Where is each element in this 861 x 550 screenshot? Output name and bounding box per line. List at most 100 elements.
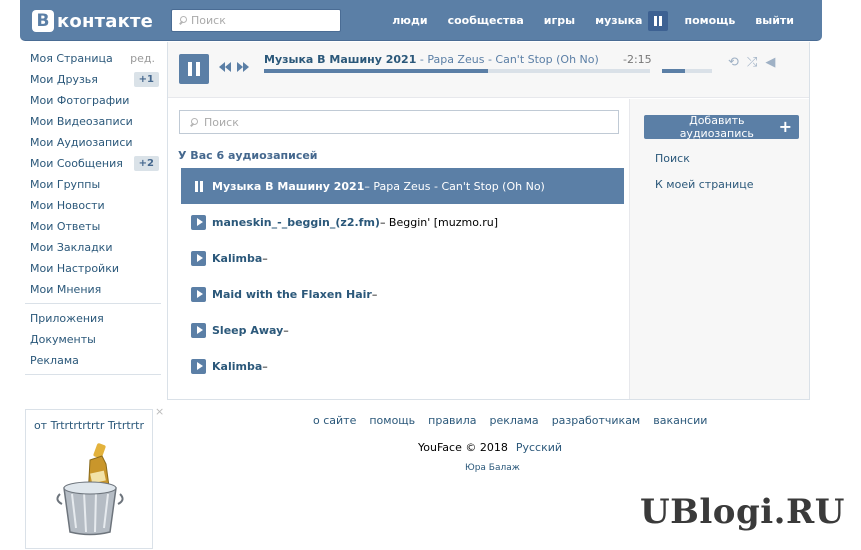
footer-link-about[interactable]: о сайте <box>313 414 356 427</box>
play-icon[interactable] <box>191 358 206 374</box>
top-header: В контакте люди сообщества игры музыка п… <box>20 0 822 41</box>
header-pause-button[interactable] <box>648 10 669 31</box>
now-playing-title[interactable]: Музыка В Машину 2021 <box>264 53 416 66</box>
edit-link[interactable]: ред. <box>130 52 161 65</box>
sidebar-item-groups[interactable]: Мои Группы <box>25 174 161 195</box>
sidebar-item-ads[interactable]: Реклама <box>25 350 161 371</box>
time-remaining[interactable]: -2:15 <box>623 53 652 66</box>
language-link[interactable]: Русский <box>516 441 562 454</box>
left-menu: Моя Страница ред. Мои Друзья +1 Мои Фотогр… <box>25 48 161 379</box>
track-title[interactable]: Maid with the Flaxen Hair <box>212 288 372 301</box>
track-artist: – <box>262 251 268 265</box>
track-row[interactable]: Kalimba – <box>181 348 624 384</box>
sidebar-item-settings[interactable]: Мои Настройки <box>25 258 161 279</box>
volume-fill <box>662 69 685 73</box>
ad-block[interactable]: от Trtrtrtrtrtr Trtrtrtr <box>25 409 153 549</box>
author-link[interactable]: Юра Балаж <box>465 463 520 473</box>
track-artist: – Beggin' [muzmo.ru] <box>379 215 499 229</box>
watermark: UBlogi.RU <box>640 492 845 532</box>
track-title[interactable]: Kalimba <box>212 360 262 373</box>
add-audio-label: Добавить аудиозапись <box>679 114 754 140</box>
friends-badge[interactable]: +1 <box>133 72 159 87</box>
sidebar-item-answers[interactable]: Мои Ответы <box>25 216 161 237</box>
add-audio-button[interactable]: Добавить аудиозапись + <box>644 114 799 140</box>
pause-icon[interactable] <box>191 179 206 194</box>
sidebar-item-opinions[interactable]: Мои Мнения <box>25 279 161 300</box>
player-extra-controls: ⟲ ⤮ ◀ <box>728 56 783 70</box>
track-artist: – <box>262 359 268 373</box>
play-icon[interactable] <box>191 286 206 302</box>
prev-button[interactable] <box>219 62 231 72</box>
nav-games[interactable]: игры <box>534 14 585 27</box>
prev-next-controls <box>219 62 249 72</box>
track-artist: – <box>371 287 378 301</box>
sidebar-item-photos[interactable]: Мои Фотографии <box>25 90 161 111</box>
track-progress-bar[interactable] <box>264 69 650 73</box>
track-title[interactable]: Музыка В Машину 2021 <box>212 180 364 193</box>
track-title[interactable]: Sleep Away <box>212 324 283 337</box>
footer-link-ads[interactable]: реклама <box>489 414 538 427</box>
track-row[interactable]: Sleep Away – <box>181 312 624 348</box>
sidebar-item-documents[interactable]: Документы <box>25 329 161 350</box>
footer-link-rules[interactable]: правила <box>428 414 476 427</box>
footer-link-help[interactable]: помощь <box>369 414 415 427</box>
right-link-my-page[interactable]: К моей странице <box>655 178 754 191</box>
track-row[interactable]: Музыка В Машину 2021 – Papa Zeus - Can't… <box>181 168 624 204</box>
sidebar-item-bookmarks[interactable]: Мои Закладки <box>25 237 161 258</box>
ad-title[interactable]: от Trtrtrtrtrtr Trtrtrtr <box>26 410 152 432</box>
volume-slider[interactable] <box>662 69 712 73</box>
nav-communities[interactable]: сообщества <box>438 14 534 27</box>
search-icon <box>189 117 198 127</box>
logo-text: контакте <box>57 10 154 32</box>
top-nav: люди сообщества игры музыка помощь выйти <box>382 0 822 41</box>
sidebar-item-videos[interactable]: Мои Видеозаписи <box>25 111 161 132</box>
play-icon[interactable] <box>191 250 206 266</box>
search-icon <box>178 16 187 25</box>
audio-search[interactable] <box>179 110 619 134</box>
menu-divider <box>25 303 161 304</box>
nav-people[interactable]: люди <box>382 14 437 27</box>
play-icon[interactable] <box>191 322 206 338</box>
track-title[interactable]: maneskin_-_beggin_(z2.fm) <box>212 216 380 229</box>
pause-icon <box>654 15 658 26</box>
copyright-text: YouFace © 2018 <box>418 441 508 454</box>
right-link-search[interactable]: Поиск <box>655 152 690 165</box>
plus-icon: + <box>778 117 792 136</box>
footer-links: о сайте помощь правила реклама разработч… <box>313 414 720 427</box>
nav-help[interactable]: помощь <box>674 14 745 27</box>
sidebar-item-apps[interactable]: Приложения <box>25 308 161 329</box>
audio-search-input[interactable] <box>204 115 604 129</box>
footer-link-jobs[interactable]: вакансии <box>653 414 707 427</box>
repeat-icon[interactable]: ⟲ <box>728 56 739 70</box>
track-row[interactable]: Maid with the Flaxen Hair – <box>181 276 624 312</box>
copyright: YouFace © 2018 Русский <box>418 441 562 454</box>
menu-divider <box>25 374 161 375</box>
audio-player: Музыка В Машину 2021 - Papa Zeus - Can't… <box>168 42 809 98</box>
progress-fill <box>264 69 488 73</box>
speaker-icon[interactable]: ◀ <box>765 56 775 70</box>
ad-close-icon[interactable]: × <box>155 405 164 418</box>
next-button[interactable] <box>237 62 249 72</box>
track-row[interactable]: Kalimba – <box>181 240 624 276</box>
sidebar-item-news[interactable]: Мои Новости <box>25 195 161 216</box>
track-row[interactable]: maneskin_-_beggin_(z2.fm) – Beggin' [muz… <box>181 204 624 240</box>
sidebar-item-friends[interactable]: Мои Друзья +1 <box>25 69 161 90</box>
messages-badge[interactable]: +2 <box>133 156 159 171</box>
sidebar-item-audio[interactable]: Мои Аудиозаписи <box>25 132 161 153</box>
now-playing: Музыка В Машину 2021 - Papa Zeus - Can't… <box>264 53 599 66</box>
sidebar-item-my-page[interactable]: Моя Страница ред. <box>25 48 161 69</box>
top-search-input[interactable] <box>191 14 331 27</box>
play-icon[interactable] <box>191 214 206 230</box>
nav-logout[interactable]: выйти <box>745 14 822 27</box>
player-pause-button[interactable] <box>179 54 209 84</box>
vk-logo[interactable]: В контакте <box>32 9 153 33</box>
track-artist: – <box>283 323 289 337</box>
champagne-bucket-image[interactable] <box>50 442 130 537</box>
shuffle-icon[interactable]: ⤮ <box>747 56 757 70</box>
nav-music[interactable]: музыка <box>585 14 648 27</box>
top-search[interactable] <box>171 9 341 32</box>
footer-link-developers[interactable]: разработчикам <box>552 414 641 427</box>
track-title[interactable]: Kalimba <box>212 252 262 265</box>
audio-right-column: Добавить аудиозапись + Поиск К моей стра… <box>629 99 809 399</box>
sidebar-item-messages[interactable]: Мои Сообщения +2 <box>25 153 161 174</box>
